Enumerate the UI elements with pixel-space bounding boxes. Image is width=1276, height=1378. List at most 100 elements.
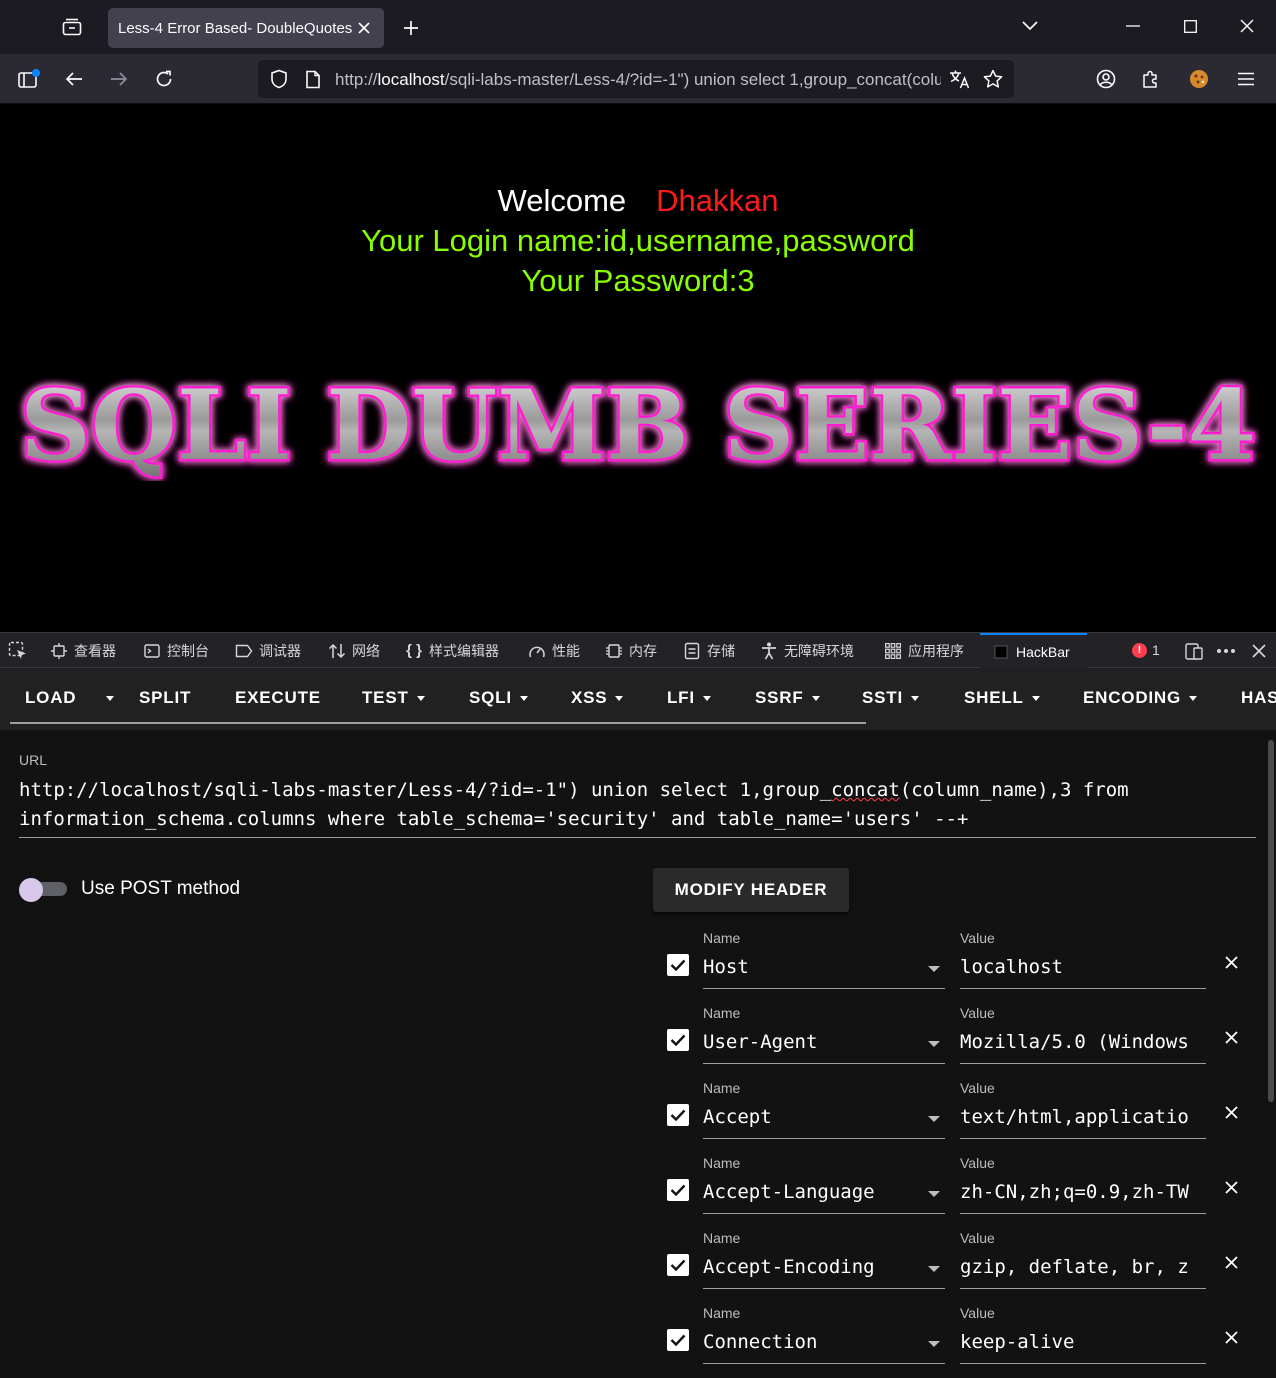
- list-all-tabs-button[interactable]: [1013, 10, 1047, 42]
- devtools-tab-debugger[interactable]: 调试器: [235, 633, 301, 668]
- devtools-tab-storage[interactable]: 存储: [683, 633, 735, 668]
- responsive-design-button[interactable]: [1184, 633, 1204, 668]
- translate-button[interactable]: [947, 67, 973, 91]
- header-value-input[interactable]: keep-alive: [960, 1331, 1206, 1353]
- header-value-input[interactable]: zh-CN,zh;q=0.9,zh-TW: [960, 1181, 1206, 1203]
- header-delete-button[interactable]: [1221, 1027, 1241, 1047]
- hackbar-sqli-menu[interactable]: SQLI: [469, 668, 528, 728]
- minimize-button[interactable]: [1116, 10, 1150, 42]
- header-value-label: Value: [960, 1080, 995, 1096]
- header-enabled-checkbox[interactable]: [667, 1329, 689, 1351]
- caret-down-icon[interactable]: [928, 1341, 940, 1347]
- header-delete-button[interactable]: [1221, 1252, 1241, 1272]
- url-text[interactable]: http://localhost/sqli-labs-master/Less-4…: [335, 70, 941, 90]
- new-tab-button[interactable]: [396, 14, 426, 42]
- modify-header-button[interactable]: MODIFY HEADER: [653, 868, 849, 912]
- devtools-options-button[interactable]: [1216, 633, 1236, 668]
- url-textarea[interactable]: http://localhost/sqli-labs-master/Less-4…: [19, 776, 1219, 834]
- back-button[interactable]: [57, 63, 91, 95]
- hackbar-execute-button[interactable]: EXECUTE: [235, 668, 321, 728]
- caret-down-icon[interactable]: [928, 1191, 940, 1197]
- devtools-tab-performance[interactable]: 性能: [528, 633, 580, 668]
- tab-close-button[interactable]: [354, 18, 374, 38]
- devtools-tab-label: 应用程序: [908, 642, 964, 659]
- header-delete-button[interactable]: [1221, 1177, 1241, 1197]
- header-name-select[interactable]: Connection: [703, 1331, 817, 1353]
- hackbar-ssrf-menu[interactable]: SSRF: [755, 668, 820, 728]
- header-delete-button[interactable]: [1221, 1102, 1241, 1122]
- header-delete-button[interactable]: [1221, 952, 1241, 972]
- browser-tab-active[interactable]: Less-4 Error Based- DoubleQuotes: [108, 8, 384, 48]
- network-icon: [328, 642, 346, 660]
- url-path: /sqli-labs-master/Less-4/?id=-1") union …: [444, 70, 941, 89]
- devtools-tab-style-editor[interactable]: { } 样式编辑器: [405, 633, 499, 668]
- hackbar-encoding-menu[interactable]: ENCODING: [1083, 668, 1198, 728]
- caret-down-icon[interactable]: [928, 966, 940, 972]
- header-enabled-checkbox[interactable]: [667, 1179, 689, 1201]
- devtools-tab-console[interactable]: 控制台: [143, 633, 209, 668]
- header-enabled-checkbox[interactable]: [667, 1104, 689, 1126]
- extension-cookie-button[interactable]: [1182, 63, 1216, 95]
- header-enabled-checkbox[interactable]: [667, 954, 689, 976]
- hackbar-xss-menu[interactable]: XSS: [571, 668, 624, 728]
- hackbar-test-menu[interactable]: TEST: [362, 668, 425, 728]
- window-close-button[interactable]: [1230, 10, 1264, 42]
- app-menu-button[interactable]: [1229, 63, 1263, 95]
- devtools-tab-network[interactable]: 网络: [328, 633, 380, 668]
- forward-button[interactable]: [102, 63, 136, 95]
- sidebar-button[interactable]: [12, 63, 46, 95]
- caret-down-icon[interactable]: [928, 1041, 940, 1047]
- header-name-underline: [703, 1063, 945, 1064]
- header-value-input[interactable]: gzip, deflate, br, z: [960, 1256, 1206, 1278]
- reload-button[interactable]: [147, 63, 181, 95]
- page-info-icon[interactable]: [300, 67, 326, 91]
- menu-label: SSRF: [755, 688, 804, 707]
- header-name-select[interactable]: User-Agent: [703, 1031, 817, 1053]
- maximize-button[interactable]: [1173, 10, 1207, 42]
- url-line-2: information_schema.columns where table_s…: [19, 808, 969, 830]
- tab-strip: Less-4 Error Based- DoubleQuotes: [0, 0, 1276, 54]
- caret-down-icon[interactable]: [928, 1266, 940, 1272]
- hackbar-ssti-menu[interactable]: SSTI: [862, 668, 919, 728]
- tab-list-button[interactable]: [52, 12, 92, 42]
- address-bar[interactable]: http://localhost/sqli-labs-master/Less-4…: [258, 60, 1014, 98]
- tracking-protection-icon[interactable]: [266, 67, 292, 91]
- account-button[interactable]: [1089, 63, 1123, 95]
- hackbar-split-button[interactable]: SPLIT: [139, 668, 191, 728]
- devtools-close-button[interactable]: [1252, 633, 1266, 668]
- pick-element-icon: [8, 641, 26, 659]
- hackbar-load-dropdown[interactable]: [98, 668, 114, 728]
- header-value-underline: [960, 1213, 1206, 1214]
- devtools-tab-hackbar[interactable]: HackBar: [980, 633, 1087, 668]
- devtools-tab-application[interactable]: 应用程序: [884, 633, 964, 668]
- header-value-input[interactable]: Mozilla/5.0 (Windows: [960, 1031, 1206, 1053]
- devtools-tab-label: 调试器: [259, 642, 301, 659]
- devtools-tab-accessibility[interactable]: 无障碍环境: [760, 633, 854, 668]
- panel-scrollbar[interactable]: [1268, 740, 1274, 1102]
- header-name-select[interactable]: Accept-Language: [703, 1181, 875, 1203]
- header-name-select[interactable]: Accept-Encoding: [703, 1256, 875, 1278]
- url-field-label: URL: [19, 752, 48, 768]
- header-enabled-checkbox[interactable]: [667, 1254, 689, 1276]
- element-picker-button[interactable]: [8, 633, 28, 668]
- header-value-input[interactable]: localhost: [960, 956, 1206, 978]
- devtools-tab-inspector[interactable]: 查看器: [50, 633, 116, 668]
- header-value-input[interactable]: text/html,applicatio: [960, 1106, 1206, 1128]
- header-row: Name Accept Value text/html,applicatio: [0, 1080, 1276, 1155]
- devtools-tab-memory[interactable]: 内存: [605, 633, 657, 668]
- extensions-button[interactable]: [1134, 63, 1168, 95]
- header-name-underline: [703, 1213, 945, 1214]
- header-enabled-checkbox[interactable]: [667, 1029, 689, 1051]
- hackbar-load-button[interactable]: LOAD: [25, 668, 76, 728]
- bookmark-star-button[interactable]: [980, 67, 1006, 91]
- hackbar-hashing-menu[interactable]: HASHING: [1241, 668, 1276, 728]
- header-name-select[interactable]: Host: [703, 956, 749, 978]
- tab-title: Less-4 Error Based- DoubleQuotes: [118, 19, 353, 37]
- hackbar-lfi-menu[interactable]: LFI: [667, 668, 711, 728]
- caret-down-icon[interactable]: [928, 1116, 940, 1122]
- hackbar-shell-menu[interactable]: SHELL: [964, 668, 1040, 728]
- header-name-select[interactable]: Accept: [703, 1106, 772, 1128]
- header-delete-button[interactable]: [1221, 1327, 1241, 1347]
- error-count-badge[interactable]: ! 1: [1132, 642, 1160, 658]
- post-method-toggle[interactable]: [19, 878, 67, 902]
